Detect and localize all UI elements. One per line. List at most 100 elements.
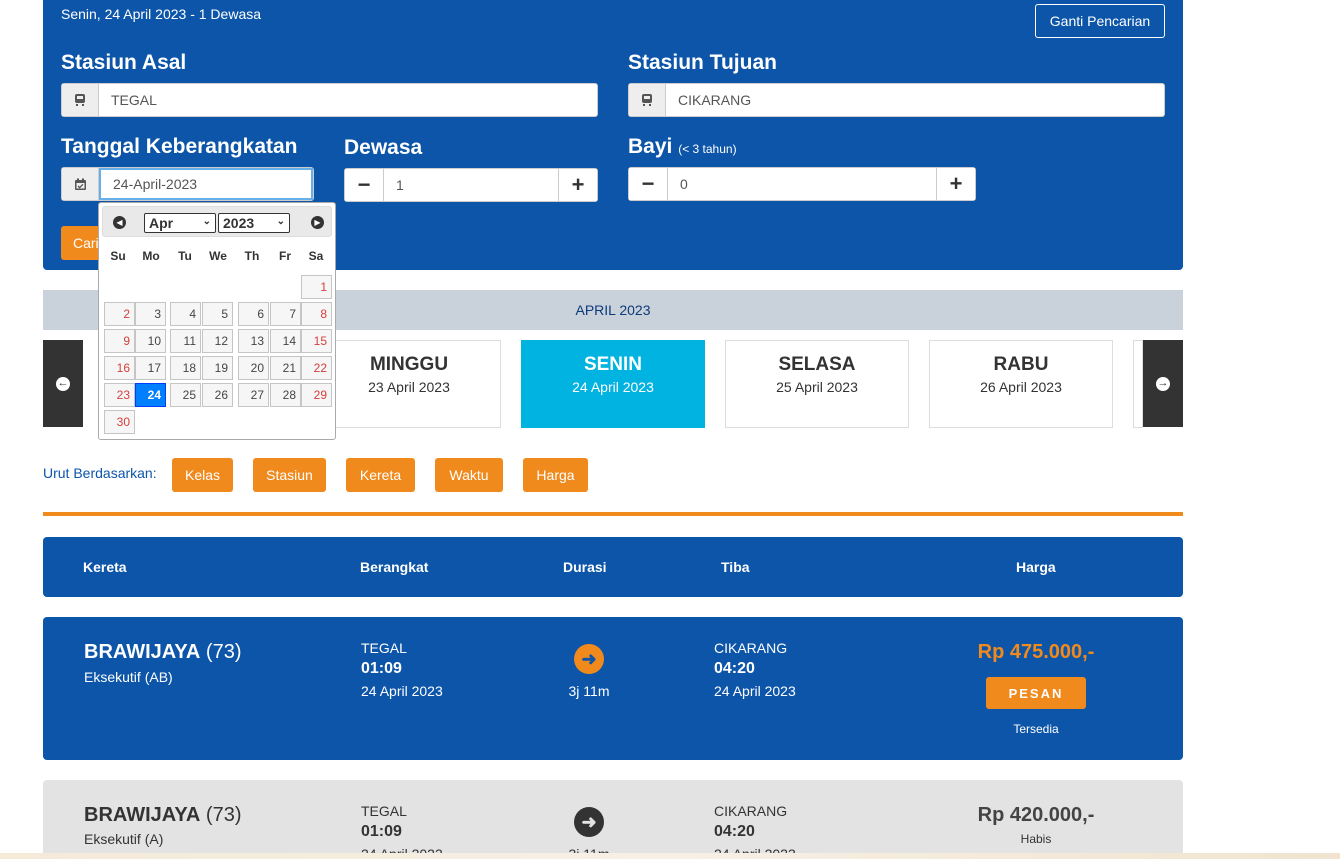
year-select-value: 2023 [223, 215, 255, 231]
adult-input[interactable]: 1 [384, 177, 558, 193]
calendar-day[interactable]: 4 [170, 302, 201, 326]
train-name-text: BRAWIJAYA [84, 641, 201, 663]
sort-station-button[interactable]: Stasiun [253, 458, 326, 492]
weekday-header: Su [110, 249, 126, 263]
day-card-selasa[interactable]: SELASA 25 April 2023 [725, 340, 909, 428]
calendar-day[interactable]: 30 [104, 410, 135, 434]
infant-stepper[interactable]: − 0 + [628, 167, 976, 201]
prev-days-button[interactable]: ← [43, 340, 83, 427]
origin-field[interactable]: TEGAL [61, 83, 598, 117]
infant-input[interactable]: 0 [668, 176, 936, 192]
price: Rp 475.000,- [977, 641, 1095, 663]
train-name: BRAWIJAYA (73) [84, 804, 241, 827]
calendar-day[interactable]: 29 [301, 383, 332, 407]
calendar-day[interactable]: 18 [170, 356, 201, 380]
next-month-icon[interactable]: ▶ [311, 216, 324, 229]
calendar-day[interactable]: 22 [301, 356, 332, 380]
chevron-down-icon: ⌄ [276, 216, 285, 227]
calendar-day[interactable]: 5 [202, 302, 233, 326]
day-card-senin[interactable]: SENIN 24 April 2023 [521, 340, 705, 428]
sort-class-button[interactable]: Kelas [172, 458, 233, 492]
adult-plus-button[interactable]: + [558, 169, 597, 201]
calendar-day[interactable]: 2 [104, 302, 135, 326]
calendar-day[interactable]: 10 [135, 329, 166, 353]
calendar-day[interactable]: 1 [301, 275, 332, 299]
adult-label: Dewasa [344, 136, 423, 159]
sort-time-button[interactable]: Waktu [435, 458, 503, 492]
calendar-day[interactable]: 20 [238, 356, 269, 380]
calendar-day[interactable]: 26 [202, 383, 233, 407]
arrow-left-icon: ← [56, 376, 70, 391]
day-name: RABU [993, 354, 1049, 375]
day-date: 24 April 2023 [572, 379, 654, 395]
day-card-minggu[interactable]: MINGGU 23 April 2023 [317, 340, 501, 428]
month-select[interactable]: Apr ⌄ [144, 213, 216, 233]
calendar-day[interactable]: 21 [270, 356, 301, 380]
arrow-right-icon: ➜ [574, 644, 604, 674]
calendar-day[interactable]: 12 [202, 329, 233, 353]
divider [43, 512, 1183, 516]
header-depart: Berangkat [360, 559, 429, 575]
calendar-day[interactable]: 24 [135, 383, 166, 407]
calendar-day[interactable]: 16 [104, 356, 135, 380]
change-search-button[interactable]: Ganti Pencarian [1035, 4, 1165, 38]
calendar-day[interactable]: 23 [104, 383, 135, 407]
day-date: 26 April 2023 [980, 379, 1062, 395]
trip-row: BRAWIJAYA (73) Eksekutif (AB) TEGAL 01:0… [43, 617, 1183, 760]
infant-label: Bayi (< 3 tahun) [628, 135, 737, 159]
depart-time: 01:09 [361, 823, 402, 840]
destination-field[interactable]: CIKARANG [628, 83, 1165, 117]
date-field[interactable]: 24-April-2023 [61, 167, 314, 201]
sort-price-button[interactable]: Harga [523, 458, 588, 492]
destination-input[interactable]: CIKARANG [666, 92, 1164, 108]
train-number: (73) [205, 641, 242, 663]
arrive-time: 04:20 [714, 660, 755, 677]
calendar-day[interactable]: 28 [270, 383, 301, 407]
train-icon [629, 84, 666, 116]
sort-train-button[interactable]: Kereta [346, 458, 415, 492]
availability: Tersedia [1013, 722, 1059, 736]
results-header: Kereta Berangkat Durasi Tiba Harga [43, 537, 1183, 597]
trip-row: BRAWIJAYA (73) Eksekutif (A) TEGAL 01:09… [43, 780, 1183, 859]
day-card-rabu[interactable]: RABU 26 April 2023 [929, 340, 1113, 428]
calendar-day[interactable]: 7 [270, 302, 301, 326]
calendar-icon [62, 168, 99, 200]
date-input[interactable]: 24-April-2023 [99, 168, 313, 200]
infant-plus-button[interactable]: + [936, 168, 975, 200]
train-name-text: BRAWIJAYA [84, 804, 201, 826]
calendar-day[interactable]: 13 [238, 329, 269, 353]
calendar-day[interactable]: 19 [202, 356, 233, 380]
calendar-day[interactable]: 14 [270, 329, 301, 353]
day-name: SENIN [583, 354, 643, 375]
depart-station: TEGAL [361, 803, 407, 819]
chevron-down-icon: ⌄ [202, 216, 211, 227]
sort-label: Urut Berdasarkan: [43, 465, 157, 481]
train-class: Eksekutif (AB) [84, 669, 173, 685]
arrow-right-icon: ➜ [574, 807, 604, 837]
calendar-day[interactable]: 25 [170, 383, 201, 407]
adult-minus-button[interactable]: − [345, 169, 384, 201]
calendar-day[interactable]: 8 [301, 302, 332, 326]
prev-month-icon[interactable]: ◀ [113, 216, 126, 229]
infant-minus-button[interactable]: − [629, 168, 668, 200]
calendar-day[interactable]: 3 [135, 302, 166, 326]
bottom-edge [0, 853, 1340, 859]
next-days-button[interactable]: → [1143, 340, 1183, 427]
month-select-value: Apr [149, 215, 174, 231]
year-select[interactable]: 2023 ⌄ [218, 213, 290, 233]
calendar-day[interactable]: 27 [238, 383, 269, 407]
calendar-day[interactable]: 17 [135, 356, 166, 380]
origin-input[interactable]: TEGAL [99, 92, 597, 108]
weekday-header: Tu [178, 249, 192, 263]
calendar-day[interactable]: 9 [104, 329, 135, 353]
calendar-day[interactable]: 15 [301, 329, 332, 353]
search-summary: Senin, 24 April 2023 - 1 Dewasa [61, 6, 262, 22]
calendar-day[interactable]: 6 [238, 302, 269, 326]
adult-stepper[interactable]: − 1 + [344, 168, 598, 202]
day-card-next-partial[interactable] [1133, 340, 1143, 428]
book-button[interactable]: PESAN [986, 677, 1086, 709]
weekday-header: Mo [142, 249, 160, 263]
calendar-day[interactable]: 11 [170, 329, 201, 353]
availability: Habis [1020, 832, 1052, 846]
day-name: SELASA [778, 354, 856, 375]
